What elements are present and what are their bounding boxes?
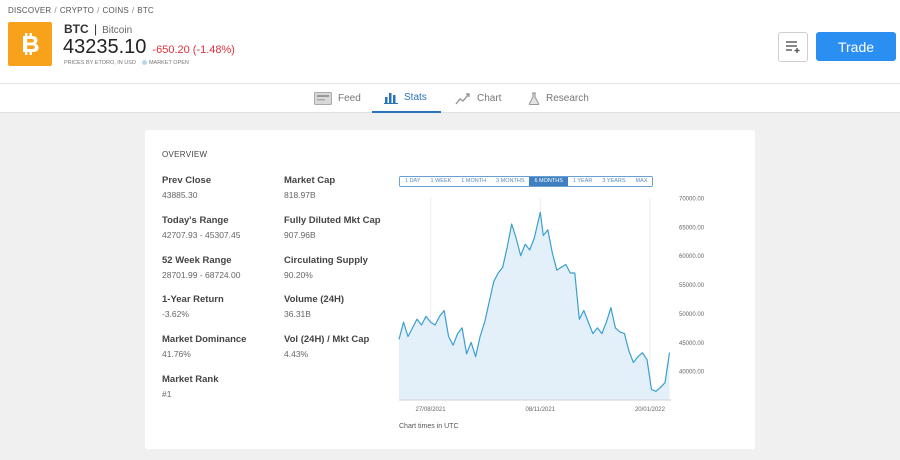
overview-card: OVERVIEW Prev Close 43885.30 Today's Ran…: [145, 130, 755, 449]
time-range-selector: 1 DAY 1 WEEK 1 MONTH 3 MONTHS 6 MONTHS 1…: [399, 176, 654, 187]
y-tick-label: 70000.00: [679, 197, 705, 203]
ticker-line: BTC | Bitcoin: [64, 22, 132, 36]
range-tab-1-month[interactable]: 1 MONTH: [456, 177, 492, 186]
stat-circulating-supply: Circulating Supply 90.20%: [284, 255, 368, 280]
stats-icon: [384, 92, 398, 104]
add-to-list-icon: [786, 41, 800, 53]
stat-value: 4.43%: [284, 349, 309, 359]
stat-vol-mkt-cap: Vol (24H) / Mkt Cap 4.43%: [284, 334, 369, 359]
breadcrumb-separator: /: [131, 6, 135, 15]
breadcrumb: DISCOVER / CRYPTO / COINS / BTC: [8, 6, 154, 15]
price-chart[interactable]: 70000.00 65000.00 60000.00 55000.00 50000.00…: [375, 188, 745, 428]
stat-value: 36.31B: [284, 309, 311, 319]
x-tick-label: 27/08/2021: [416, 407, 447, 413]
chart-icon: [455, 92, 471, 105]
y-tick-label: 60000.00: [679, 254, 705, 260]
price-change: -650.20 (-1.48%): [152, 44, 235, 56]
stat-label: Volume (24H): [284, 294, 345, 305]
y-tick-label: 40000.00: [679, 370, 705, 376]
stat-value: 42707.93 - 45307.45: [162, 230, 241, 240]
ticker-symbol: BTC: [64, 22, 89, 36]
range-tab-6-months[interactable]: 6 MONTHS: [529, 177, 568, 186]
stat-value: #1: [162, 389, 172, 399]
range-tab-1-week[interactable]: 1 WEEK: [425, 177, 457, 186]
range-tab-3-months[interactable]: 3 MONTHS: [491, 177, 530, 186]
tab-stats[interactable]: Stats: [372, 84, 441, 113]
stat-volume-24h: Volume (24H) 36.31B: [284, 294, 344, 319]
stat-label: Prev Close: [162, 175, 212, 186]
x-tick-label: 20/01/2022: [635, 407, 666, 413]
coin-name: Bitcoin: [102, 25, 133, 36]
current-price: 43235.10: [63, 36, 147, 58]
breadcrumb-coins[interactable]: COINS: [103, 6, 129, 15]
stat-label: 52 Week Range: [162, 255, 232, 266]
stat-label: Circulating Supply: [284, 255, 368, 266]
stat-value: 43885.30: [162, 190, 198, 200]
range-tab-3-years[interactable]: 3 YEARS: [597, 177, 631, 186]
stat-market-cap: Market Cap 818.97B: [284, 175, 335, 200]
stat-value: 818.97B: [284, 190, 316, 200]
stat-label: Vol (24H) / Mkt Cap: [284, 334, 370, 345]
y-tick-label: 65000.00: [679, 225, 705, 231]
tab-feed[interactable]: Feed: [314, 84, 361, 113]
stat-value: 90.20%: [284, 270, 313, 280]
y-tick-label: 55000.00: [679, 283, 705, 289]
ticker-separator: |: [90, 22, 98, 36]
range-tab-max[interactable]: MAX: [630, 177, 653, 186]
stat-value: 41.76%: [162, 349, 191, 359]
stat-market-dominance: Market Dominance 41.76%: [162, 334, 246, 359]
breadcrumb-btc: BTC: [137, 6, 154, 15]
breadcrumb-separator: /: [54, 6, 57, 15]
stat-value: 28701.99 - 68724.00: [162, 270, 241, 280]
breadcrumb-crypto[interactable]: CRYPTO: [60, 6, 94, 15]
stat-label: Today's Range: [162, 215, 229, 226]
stat-value: 907.96B: [284, 230, 316, 240]
price-chart-svg: 70000.00 65000.00 60000.00 55000.00 50000.00…: [398, 197, 705, 413]
tab-feed-label: Feed: [338, 93, 361, 104]
stat-label: 1-Year Return: [162, 294, 224, 305]
y-tick-label: 50000.00: [679, 312, 705, 318]
overview-title: OVERVIEW: [162, 150, 208, 159]
market-status-dot-icon: [141, 60, 147, 66]
tab-stats-label: Stats: [404, 92, 427, 103]
x-tick-label: 08/11/2021: [525, 407, 555, 413]
stat-fully-diluted-mkt-cap: Fully Diluted Mkt Cap 907.96B: [284, 215, 381, 240]
price-source-line: PRICES BY ETORO, IN USD MARKET OPEN: [64, 60, 189, 66]
price-area-fill: [399, 212, 670, 400]
feed-icon: [314, 92, 332, 105]
add-to-list-button[interactable]: [778, 32, 808, 62]
tab-research-label: Research: [546, 93, 589, 104]
range-tab-1-day[interactable]: 1 DAY: [400, 177, 426, 186]
asset-tabs: Feed Stats Chart Research: [0, 84, 900, 113]
stat-1-year-return: 1-Year Return -3.62%: [162, 294, 224, 319]
y-tick-label: 45000.00: [679, 341, 705, 347]
breadcrumb-separator: /: [97, 6, 100, 15]
stat-market-rank: Market Rank #1: [162, 374, 219, 399]
stat-label: Fully Diluted Mkt Cap: [284, 215, 381, 226]
chart-timezone-note: Chart times in UTC: [399, 423, 459, 430]
research-icon: [528, 92, 540, 105]
trade-button[interactable]: Trade: [816, 32, 896, 61]
bitcoin-logo-icon: [8, 22, 52, 66]
stat-52-week-range: 52 Week Range 28701.99 - 68724.00: [162, 255, 240, 280]
stat-todays-range: Today's Range 42707.93 - 45307.45: [162, 215, 240, 240]
stat-value: -3.62%: [162, 309, 189, 319]
stat-label: Market Cap: [284, 175, 336, 186]
breadcrumb-discover[interactable]: DISCOVER: [8, 6, 51, 15]
range-tab-1-year[interactable]: 1 YEAR: [567, 177, 598, 186]
price-source: PRICES BY ETORO, IN USD: [64, 60, 136, 66]
tab-chart[interactable]: Chart: [455, 84, 501, 113]
tab-chart-label: Chart: [477, 93, 502, 104]
stat-label: Market Rank: [162, 374, 219, 385]
market-status: MARKET OPEN: [148, 60, 189, 66]
price-line: 43235.10 -650.20 (-1.48%): [63, 36, 235, 59]
asset-header: DISCOVER / CRYPTO / COINS / BTC BTC | Bitcoin 4…: [0, 0, 900, 84]
stat-prev-close: Prev Close 43885.30: [162, 175, 211, 200]
tab-research[interactable]: Research: [528, 84, 589, 113]
stat-label: Market Dominance: [162, 334, 247, 345]
